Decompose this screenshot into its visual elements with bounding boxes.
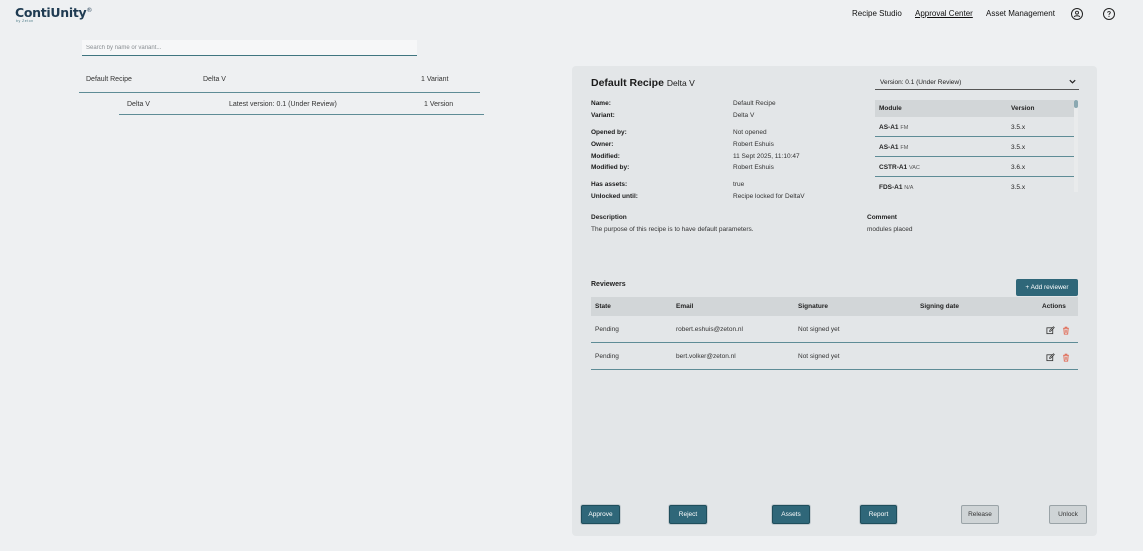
module-name: FDS-A1 [879,184,903,191]
variant-row[interactable]: Delta V Latest version: 0.1 (Under Revie… [0,101,484,113]
module-column-header: Module [879,105,902,112]
logo-subtitle: by Zeton [16,19,34,23]
user-circle-icon[interactable] [1071,8,1083,20]
reviewer-state: Pending [595,326,619,333]
recipe-variant-count: 1 Variant [421,76,449,83]
opened-by-label: Opened by: [591,129,627,136]
version-select[interactable]: Version: 0.1 (Under Review) [875,76,1079,90]
module-table: Module Version AS-A1 FM 3.5.x AS-A1 FM 3… [875,100,1076,192]
page-title: Default Recipe Delta V [591,77,695,89]
recipe-detail-panel: Default Recipe Delta V Version: 0.1 (Und… [572,66,1097,536]
modified-by-label: Modified by: [591,164,630,171]
owner-label: Owner: [591,141,614,148]
recipe-row[interactable]: Default Recipe Delta V 1 Variant [0,76,480,88]
table-row: Pending robert.eshuis@zeton.nl Not signe… [591,316,1078,343]
recipe-title: Default Recipe [591,77,664,89]
unlock-button[interactable]: Unlock [1049,505,1087,524]
recipe-platform: Delta V [203,76,226,83]
reviewer-signature: Not signed yet [798,353,840,360]
description-value: The purpose of this recipe is to have de… [591,226,754,233]
unlocked-until-value: Recipe locked for DeltaV [733,193,805,200]
variant-version-count: 1 Version [424,101,454,108]
module-table-header: Module Version [875,100,1076,117]
nav-asset-management[interactable]: Asset Management [986,9,1055,18]
table-row[interactable]: AS-A1 FM 3.5.x [875,137,1076,157]
name-label: Name: [591,100,611,107]
module-name: CSTR-A1 [879,164,908,171]
edit-icon[interactable] [1046,326,1055,335]
module-name: AS-A1 [879,124,899,131]
name-value: Default Recipe [733,100,776,107]
reviewer-state: Pending [595,353,619,360]
reviewer-email: robert.eshuis@zeton.nl [676,326,743,333]
variant-value: Delta V [733,112,755,119]
table-row: Pending bert.volker@zeton.nl Not signed … [591,343,1078,370]
table-row[interactable]: FDS-A1 N/A 3.5.x [875,177,1076,192]
email-column-header: Email [676,303,694,310]
trash-icon[interactable] [1062,326,1070,335]
reviewers-title: Reviewers [591,281,626,288]
logo-text: ContiUnity [15,5,87,20]
modified-label: Modified: [591,153,620,160]
state-column-header: State [595,303,611,310]
nav-approval-center[interactable]: Approval Center [915,9,973,18]
report-button[interactable]: Report [860,505,897,524]
add-reviewer-button[interactable]: + Add reviewer [1016,279,1078,296]
table-row[interactable]: AS-A1 FM 3.5.x [875,117,1076,137]
has-assets-label: Has assets: [591,181,628,188]
comment-label: Comment [867,214,897,221]
divider [119,114,484,115]
top-bar: ContiUnity® by Zeton Recipe Studio Appro… [0,0,1143,30]
help-icon[interactable] [1103,8,1115,20]
nav-recipe-studio[interactable]: Recipe Studio [852,9,902,18]
version-column-header: Version [1011,105,1035,112]
release-button[interactable]: Release [961,505,999,524]
reject-button[interactable]: Reject [669,505,707,524]
signature-column-header: Signature [798,303,828,310]
divider [79,92,480,93]
search-input[interactable] [82,40,417,56]
module-type: VAC [908,165,920,171]
version-select-value: Version: 0.1 (Under Review) [880,79,962,86]
recipe-name: Default Recipe [86,76,132,83]
reviewer-signature: Not signed yet [798,326,840,333]
approve-button[interactable]: Approve [581,505,620,524]
opened-by-value: Not opened [733,129,767,136]
reviewers-table-header: State Email Signature Signing date Actio… [591,297,1078,316]
unlocked-until-label: Unlocked until: [591,193,638,200]
module-table-scrollbar[interactable] [1074,100,1078,192]
edit-icon[interactable] [1046,353,1055,362]
module-type: N/A [904,185,914,191]
signing-date-column-header: Signing date [920,303,959,310]
module-name: AS-A1 [879,144,899,151]
recipe-subtitle: Delta V [666,78,695,88]
description-label: Description [591,214,627,221]
assets-button[interactable]: Assets [772,505,810,524]
reviewer-email: bert.volker@zeton.nl [676,353,736,360]
app-logo[interactable]: ContiUnity® [15,5,92,20]
module-type: FM [900,145,909,151]
chevron-down-icon [1068,77,1077,86]
modified-by-value: Robert Eshuis [733,164,774,171]
actions-column-header: Actions [1042,303,1066,310]
module-version: 3.5.x [1011,144,1026,151]
module-version: 3.6.x [1011,164,1026,171]
owner-value: Robert Eshuis [733,141,774,148]
modified-value: 11 Sept 2025, 11:10:47 [733,153,800,160]
variant-latest-version: Latest version: 0.1 (Under Review) [229,101,337,108]
variant-label: Variant: [591,112,615,119]
has-assets-value: true [733,181,745,188]
table-row[interactable]: CSTR-A1 VAC 3.6.x [875,157,1076,177]
module-version: 3.5.x [1011,184,1026,191]
logo-mark: ® [86,6,93,14]
variant-name: Delta V [127,101,150,108]
module-type: FM [900,125,909,131]
comment-value: modules placed [867,226,913,233]
module-version: 3.5.x [1011,124,1026,131]
trash-icon[interactable] [1062,353,1070,362]
scrollbar-thumb[interactable] [1074,100,1078,108]
